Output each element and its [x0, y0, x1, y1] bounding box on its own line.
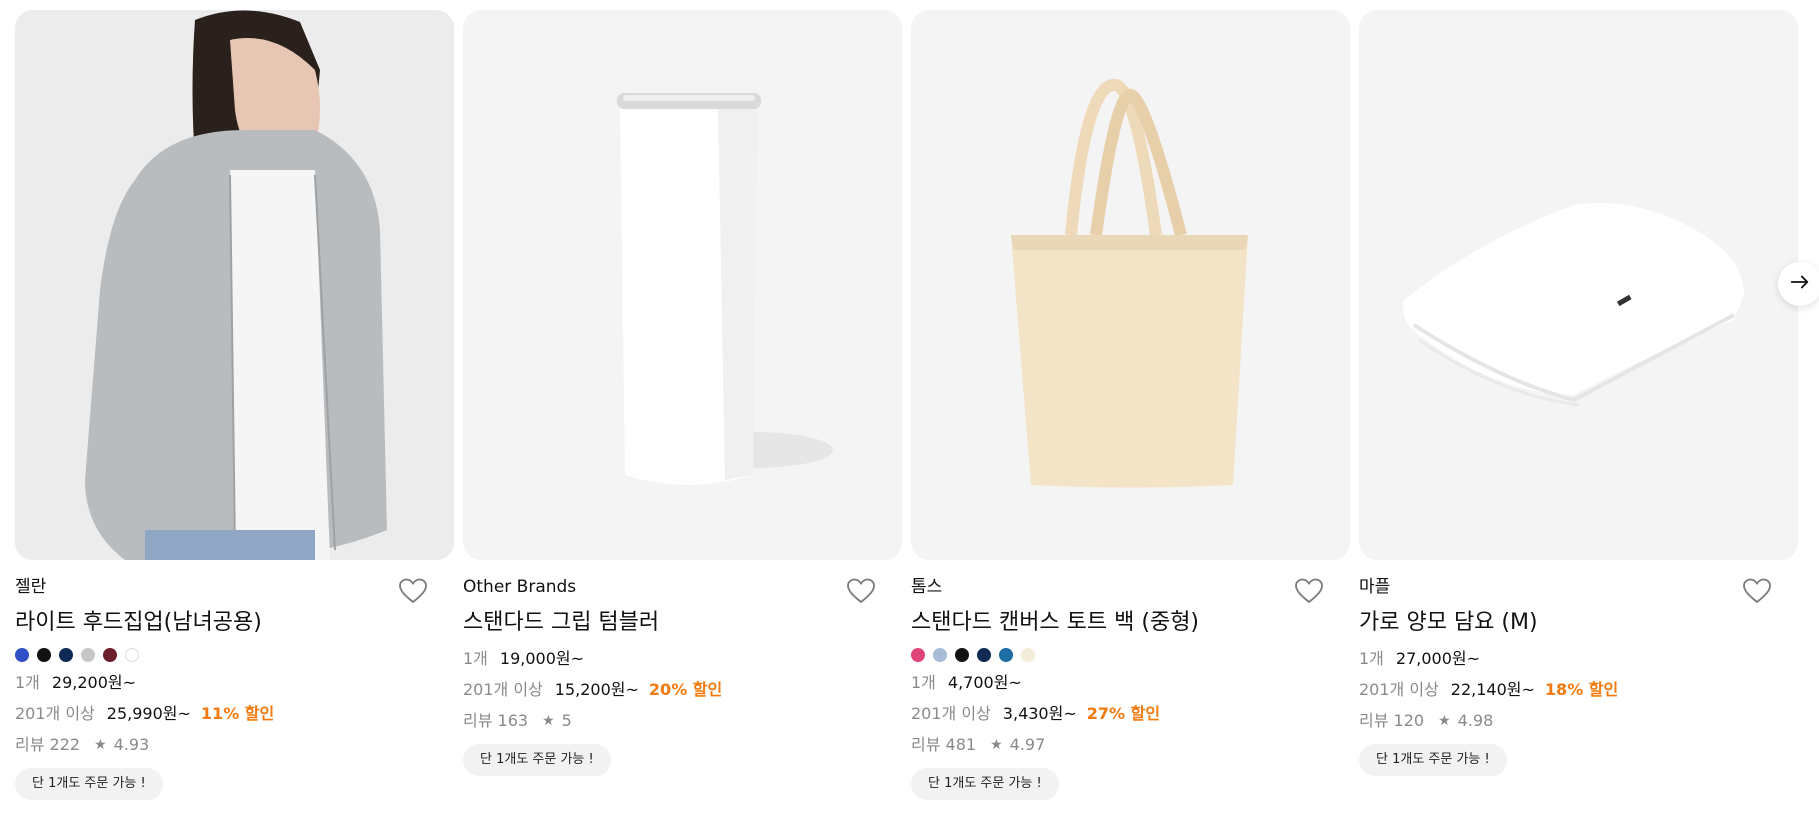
product-name[interactable]: 스탠다드 그립 텀블러: [463, 608, 902, 638]
review-row: 리뷰 481 ★ 4.97: [911, 734, 1350, 756]
tier-qty: 201개 이상: [463, 680, 543, 699]
tier-qty: 201개 이상: [911, 704, 991, 723]
product-image-hoodie[interactable]: [15, 10, 454, 560]
product-image-blanket[interactable]: [1359, 10, 1798, 560]
tier-price: 4,700원~: [947, 673, 1022, 692]
brand-name[interactable]: 마플: [1359, 576, 1798, 598]
product-info: 마플 가로 양모 담요 (M) 1개 27,000원~ 201개 이상 22,1…: [1359, 560, 1798, 776]
product-card[interactable]: Other Brands 스탠다드 그립 텀블러 1개 19,000원~ 201…: [463, 10, 902, 776]
brand-name[interactable]: 톰스: [911, 576, 1350, 598]
color-swatch[interactable]: [81, 648, 95, 662]
color-swatch[interactable]: [103, 648, 117, 662]
product-card[interactable]: 톰스 스탠다드 캔버스 토트 백 (중형) 1개 4,700원~ 201개 이상…: [911, 10, 1350, 800]
brand-name[interactable]: 젤란: [15, 576, 454, 598]
heart-outline-icon[interactable]: [1742, 577, 1772, 605]
product-carousel: 젤란 라이트 후드집업(남녀공용) 1개 29,200원~ 201개 이상 25…: [0, 0, 1819, 834]
price-tier-1: 1개 19,000원~: [463, 648, 902, 670]
heart-outline-icon[interactable]: [846, 577, 876, 605]
product-image-tote-bag[interactable]: [911, 10, 1350, 560]
tier-price: 19,000원~: [499, 649, 585, 668]
tier-qty: 201개 이상: [15, 704, 95, 723]
star-icon: ★: [1438, 713, 1451, 729]
product-name[interactable]: 스탠다드 캔버스 토트 백 (중형): [911, 608, 1350, 638]
min-order-badge: 단 1개도 주문 가능 !: [911, 768, 1059, 800]
tier-qty: 1개: [1359, 649, 1384, 668]
blanket-illustration: [1359, 10, 1798, 560]
tier-price: 15,200원~: [554, 680, 639, 699]
star-icon: ★: [542, 713, 555, 729]
tier-qty: 1개: [15, 673, 40, 692]
rating-value: 4.97: [1009, 735, 1046, 754]
color-swatch[interactable]: [977, 648, 991, 662]
tier-price: 27,000원~: [1395, 649, 1481, 668]
review-row: 리뷰 222 ★ 4.93: [15, 734, 454, 756]
review-count[interactable]: 리뷰 222: [15, 734, 80, 756]
color-swatches: [15, 648, 454, 662]
price-tier-2: 201개 이상 25,990원~ 11% 할인: [15, 703, 454, 725]
min-order-badge: 단 1개도 주문 가능 !: [463, 744, 611, 776]
carousel-next-button[interactable]: [1778, 262, 1819, 306]
price-tier-2: 201개 이상 3,430원~ 27% 할인: [911, 703, 1350, 725]
review-count[interactable]: 리뷰 163: [463, 710, 528, 732]
color-swatch[interactable]: [125, 648, 139, 662]
rating-value: 4.93: [113, 735, 150, 754]
rating-value: 4.98: [1457, 711, 1494, 730]
review-count[interactable]: 리뷰 481: [911, 734, 976, 756]
tier-qty: 201개 이상: [1359, 680, 1439, 699]
color-swatch[interactable]: [37, 648, 51, 662]
min-order-badge: 단 1개도 주문 가능 !: [15, 768, 163, 800]
tier-price: 25,990원~: [106, 704, 191, 723]
tier-price: 3,430원~: [1002, 704, 1077, 723]
min-order-badge: 단 1개도 주문 가능 !: [1359, 744, 1507, 776]
review-row: 리뷰 120 ★ 4.98: [1359, 710, 1798, 732]
discount-label: 20% 할인: [648, 680, 723, 699]
color-swatch[interactable]: [1021, 648, 1035, 662]
price-tier-1: 1개 29,200원~: [15, 672, 454, 694]
discount-label: 18% 할인: [1544, 680, 1619, 699]
discount-label: 27% 할인: [1086, 704, 1161, 723]
product-image-tumbler[interactable]: [463, 10, 902, 560]
product-name[interactable]: 라이트 후드집업(남녀공용): [15, 608, 454, 638]
heart-outline-icon[interactable]: [398, 577, 428, 605]
price-tier-2: 201개 이상 22,140원~ 18% 할인: [1359, 679, 1798, 701]
product-card[interactable]: 젤란 라이트 후드집업(남녀공용) 1개 29,200원~ 201개 이상 25…: [15, 10, 454, 800]
heart-outline-icon[interactable]: [1294, 577, 1324, 605]
price-tier-2: 201개 이상 15,200원~ 20% 할인: [463, 679, 902, 701]
product-info: Other Brands 스탠다드 그립 텀블러 1개 19,000원~ 201…: [463, 560, 902, 776]
color-swatch[interactable]: [911, 648, 925, 662]
product-info: 톰스 스탠다드 캔버스 토트 백 (중형) 1개 4,700원~ 201개 이상…: [911, 560, 1350, 800]
rating-value: 5: [561, 711, 572, 730]
hoodie-illustration: [15, 10, 454, 560]
price-tier-1: 1개 27,000원~: [1359, 648, 1798, 670]
review-count[interactable]: 리뷰 120: [1359, 710, 1424, 732]
star-icon: ★: [990, 737, 1003, 753]
color-swatch[interactable]: [999, 648, 1013, 662]
color-swatch[interactable]: [15, 648, 29, 662]
tumbler-illustration: [463, 10, 902, 560]
tier-qty: 1개: [463, 649, 488, 668]
tier-price: 22,140원~: [1450, 680, 1535, 699]
brand-name[interactable]: Other Brands: [463, 576, 902, 598]
arrow-right-icon: [1789, 271, 1811, 297]
star-icon: ★: [94, 737, 107, 753]
color-swatch[interactable]: [59, 648, 73, 662]
color-swatch[interactable]: [955, 648, 969, 662]
product-name[interactable]: 가로 양모 담요 (M): [1359, 608, 1798, 638]
tote-bag-illustration: [911, 10, 1350, 560]
color-swatches: [911, 648, 1350, 662]
tier-price: 29,200원~: [51, 673, 137, 692]
product-info: 젤란 라이트 후드집업(남녀공용) 1개 29,200원~ 201개 이상 25…: [15, 560, 454, 800]
discount-label: 11% 할인: [200, 704, 275, 723]
price-tier-1: 1개 4,700원~: [911, 672, 1350, 694]
product-card[interactable]: 마플 가로 양모 담요 (M) 1개 27,000원~ 201개 이상 22,1…: [1359, 10, 1798, 776]
review-row: 리뷰 163 ★ 5: [463, 710, 902, 732]
color-swatch[interactable]: [933, 648, 947, 662]
tier-qty: 1개: [911, 673, 936, 692]
